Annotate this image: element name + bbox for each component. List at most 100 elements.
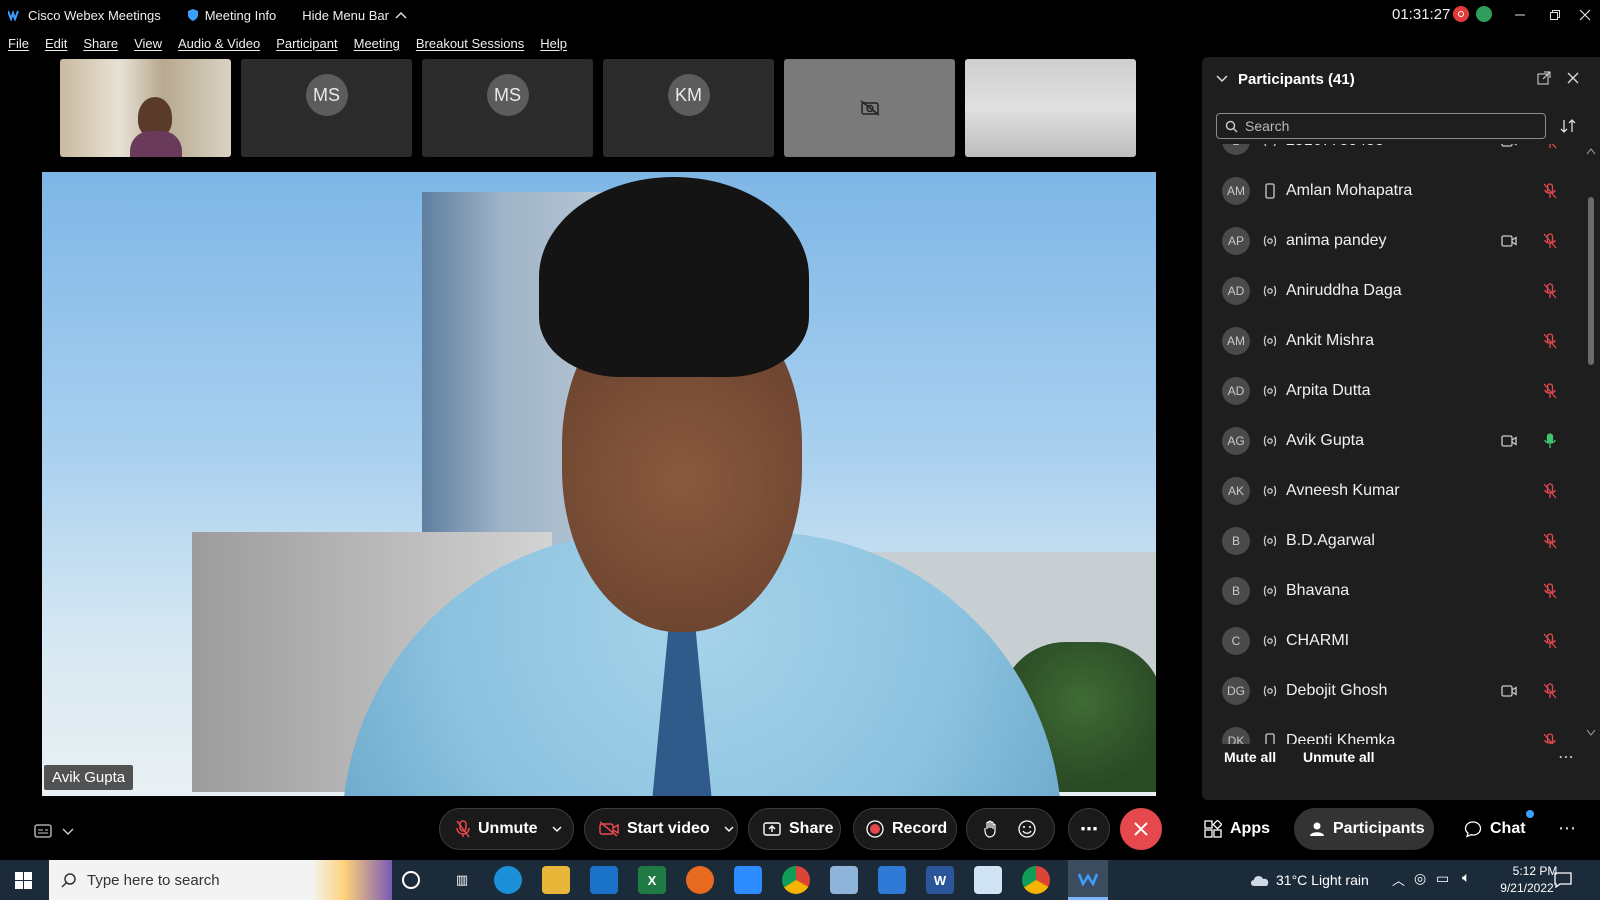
participant-row[interactable]: AP anima pandey bbox=[1202, 216, 1582, 265]
end-meeting-button[interactable] bbox=[1120, 808, 1162, 850]
file-explorer-icon[interactable] bbox=[542, 866, 570, 894]
mic-muted-icon[interactable] bbox=[1543, 682, 1557, 699]
unmute-button[interactable]: Unmute bbox=[439, 808, 574, 850]
close-panel-icon[interactable] bbox=[1567, 72, 1579, 84]
firefox-icon[interactable] bbox=[686, 866, 714, 894]
participant-row[interactable]: C CHARMI bbox=[1202, 616, 1582, 665]
participant-row[interactable]: DG Debojit Ghosh bbox=[1202, 666, 1582, 715]
zoom-icon[interactable] bbox=[734, 866, 762, 894]
captions-chevron-icon[interactable] bbox=[62, 828, 74, 836]
menu-audio-video[interactable]: Audio & Video bbox=[178, 36, 260, 51]
taskbar-clock-date[interactable]: 9/21/2022 bbox=[1487, 881, 1567, 895]
participant-row[interactable]: AG Avik Gupta bbox=[1202, 416, 1582, 465]
raise-hand-icon[interactable] bbox=[983, 820, 999, 838]
excel-icon[interactable]: X bbox=[638, 866, 666, 894]
sort-icon[interactable] bbox=[1560, 118, 1576, 134]
menu-help[interactable]: Help bbox=[540, 36, 567, 51]
panel-scrollbar[interactable] bbox=[1588, 197, 1594, 365]
taskbar-clock-time[interactable]: 5:12 PM bbox=[1505, 864, 1565, 878]
mic-muted-icon[interactable] bbox=[1543, 632, 1557, 649]
participant-thumbnail-video[interactable] bbox=[60, 59, 231, 157]
mic-muted-icon[interactable] bbox=[1543, 182, 1557, 199]
chevron-down-icon[interactable] bbox=[1216, 75, 1228, 83]
participant-row[interactable]: AD Aniruddha Daga bbox=[1202, 266, 1582, 315]
participant-row[interactable]: AM Ankit Mishra bbox=[1202, 316, 1582, 365]
menu-view[interactable]: View bbox=[134, 36, 162, 51]
mute-all-button[interactable]: Mute all bbox=[1224, 749, 1276, 765]
menu-meeting[interactable]: Meeting bbox=[354, 36, 400, 51]
participant-row[interactable]: 2 25167780458 bbox=[1202, 144, 1582, 165]
participant-row[interactable]: AD Arpita Dutta bbox=[1202, 366, 1582, 415]
captions-icon[interactable] bbox=[34, 824, 52, 838]
record-button[interactable]: Record bbox=[853, 808, 957, 850]
paint-icon[interactable] bbox=[830, 866, 858, 894]
reactions-emoji-icon[interactable] bbox=[1017, 819, 1037, 839]
more-options-icon[interactable]: ⋯ bbox=[1558, 747, 1574, 767]
volume-icon[interactable]: 🔈︎ bbox=[1462, 869, 1470, 886]
close-window-button[interactable] bbox=[1570, 3, 1600, 27]
participant-avatar: AM bbox=[1222, 326, 1250, 355]
webex-taskbar-icon[interactable] bbox=[1068, 860, 1108, 900]
edge-browser-icon[interactable] bbox=[494, 866, 522, 894]
participant-row[interactable]: B Bhavana bbox=[1202, 566, 1582, 615]
task-view-icon[interactable]: ▥ bbox=[448, 866, 476, 894]
word-icon[interactable]: W bbox=[926, 866, 954, 894]
chevron-down-icon[interactable] bbox=[552, 826, 562, 833]
chrome-icon-2[interactable] bbox=[1022, 866, 1050, 894]
menu-file[interactable]: File bbox=[8, 36, 29, 51]
mic-on-icon[interactable] bbox=[1543, 432, 1557, 449]
participant-thumbnail-video-2[interactable] bbox=[965, 59, 1136, 157]
participant-row[interactable]: DK Deepti Khemka bbox=[1202, 716, 1582, 744]
mic-muted-icon[interactable] bbox=[1543, 532, 1557, 549]
mic-muted-icon[interactable] bbox=[1543, 144, 1557, 149]
hide-menu-bar-button[interactable]: Hide Menu Bar bbox=[302, 8, 407, 23]
scroll-down-icon[interactable] bbox=[1586, 729, 1596, 737]
mic-muted-icon[interactable] bbox=[1543, 282, 1557, 299]
menu-share[interactable]: Share bbox=[83, 36, 118, 51]
meeting-info-button[interactable]: Meeting Info bbox=[187, 8, 276, 23]
more-menu-icon[interactable]: ⋯ bbox=[1558, 818, 1576, 839]
participant-thumbnail-camera-off[interactable] bbox=[784, 59, 955, 157]
mic-muted-icon[interactable] bbox=[1543, 482, 1557, 499]
participant-thumbnail-ms[interactable]: MS bbox=[241, 59, 412, 157]
participant-search-input[interactable]: Search bbox=[1216, 113, 1546, 139]
mic-muted-icon[interactable] bbox=[1543, 732, 1557, 745]
mic-muted-icon[interactable] bbox=[1543, 332, 1557, 349]
chevron-down-icon[interactable] bbox=[724, 826, 734, 833]
menu-edit[interactable]: Edit bbox=[45, 36, 67, 51]
restore-window-button[interactable] bbox=[1540, 3, 1570, 27]
participant-row[interactable]: AK Avneesh Kumar bbox=[1202, 466, 1582, 515]
participant-initials: MS bbox=[486, 74, 529, 116]
mic-muted-icon[interactable] bbox=[1543, 582, 1557, 599]
network-icon[interactable]: ▭ bbox=[1436, 870, 1449, 887]
mic-muted-icon[interactable] bbox=[1543, 382, 1557, 399]
participant-row[interactable]: AM Amlan Mohapatra bbox=[1202, 166, 1582, 215]
participant-thumbnail-ms-2[interactable]: MS bbox=[422, 59, 593, 157]
mail-client-icon[interactable] bbox=[974, 866, 1002, 894]
participant-row[interactable]: B B.D.Agarwal bbox=[1202, 516, 1582, 565]
network-health-icon[interactable] bbox=[1476, 6, 1492, 22]
pop-out-icon[interactable] bbox=[1537, 71, 1551, 85]
start-video-button[interactable]: Start video bbox=[584, 808, 738, 850]
mic-muted-icon[interactable] bbox=[1543, 232, 1557, 249]
main-speaker-video[interactable]: Avik Gupta bbox=[42, 172, 1156, 796]
participants-button[interactable]: Participants bbox=[1294, 808, 1434, 850]
windows-start-icon[interactable] bbox=[15, 872, 32, 889]
cortana-icon[interactable] bbox=[402, 871, 420, 889]
menu-participant[interactable]: Participant bbox=[276, 36, 337, 51]
chrome-icon[interactable] bbox=[782, 866, 810, 894]
apps-button[interactable]: Apps bbox=[1196, 808, 1278, 850]
minimize-window-button[interactable] bbox=[1505, 3, 1535, 27]
tray-chevron-up-icon[interactable]: ︿ bbox=[1392, 870, 1405, 889]
menu-breakout-sessions[interactable]: Breakout Sessions bbox=[416, 36, 524, 51]
unmute-all-button[interactable]: Unmute all bbox=[1303, 749, 1375, 765]
more-options-button[interactable]: ⋯ bbox=[1068, 808, 1110, 850]
weather-widget[interactable]: 31°C Light rain bbox=[1276, 872, 1369, 888]
share-button[interactable]: Share bbox=[748, 808, 841, 850]
taskbar-search-box[interactable]: Type here to search bbox=[49, 860, 392, 900]
mail-icon[interactable] bbox=[590, 866, 618, 894]
scroll-up-icon[interactable] bbox=[1586, 147, 1596, 155]
participant-thumbnail-km[interactable]: KM bbox=[603, 59, 774, 157]
meet-now-icon[interactable]: ◎ bbox=[1414, 870, 1426, 887]
store-icon[interactable] bbox=[878, 866, 906, 894]
